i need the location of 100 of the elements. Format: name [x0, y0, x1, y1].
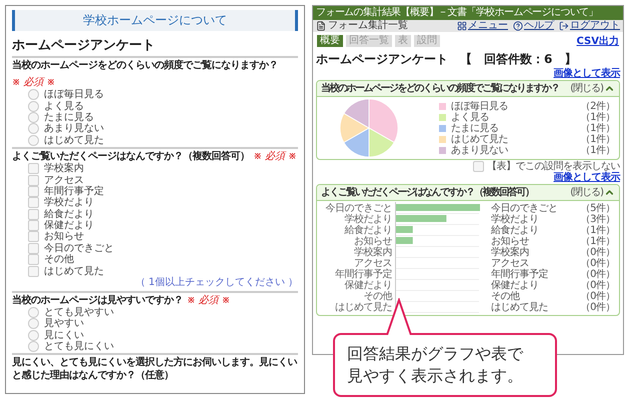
legend-label: 学校案内 [491, 247, 530, 258]
callout-text: 回答結果がグラフや表で見やすく表示されます。 [347, 343, 524, 387]
show-as-image-link[interactable]: 画像として表示 [554, 172, 620, 184]
value-label: （1件） [580, 225, 615, 236]
collapse-button[interactable]: (閉じる) [570, 186, 615, 199]
logout-icon [559, 21, 569, 31]
radio-button[interactable] [28, 341, 39, 352]
option-label: ほぼ毎日見る [44, 89, 104, 100]
option-label: 学校だより [44, 197, 94, 208]
value-label: （0件） [580, 302, 615, 313]
header-link[interactable]: メニュー [457, 20, 508, 32]
checkbox[interactable] [28, 242, 39, 254]
legend-label: 学校だより [491, 214, 540, 225]
radio-button[interactable] [28, 123, 39, 134]
legend-label: たまに見る [451, 122, 500, 134]
value-label: （5件） [580, 203, 615, 214]
legend-count: （1件） [580, 122, 615, 134]
axis-label: 給食だより [344, 225, 392, 236]
option-label: 年間行事予定 [44, 186, 104, 197]
legend-count: （2件） [580, 100, 615, 112]
required-mark: ※ 必須 ※ [187, 294, 230, 307]
legend-count: （1件） [580, 134, 615, 144]
legend-label: 今日のできごと [491, 203, 558, 214]
option-label: アクセス [44, 174, 84, 186]
checkbox[interactable] [28, 208, 39, 220]
option-label: その他 [44, 254, 74, 266]
radio-button[interactable] [28, 318, 39, 330]
help-icon [513, 21, 523, 31]
legend-label: 給食だより [491, 225, 540, 236]
value-label: （0件） [580, 291, 615, 302]
axis-label: お知らせ [354, 236, 392, 247]
value-label: （0件） [580, 280, 615, 291]
header-link[interactable]: ログアウト [559, 20, 620, 32]
value-label: （0件） [580, 269, 615, 280]
option-label: はじめて見た [44, 266, 104, 277]
value-label: （0件） [580, 258, 615, 269]
question-text: 当校のホームページをどのくらいの頻度でご覧になりますか？ [12, 59, 278, 72]
bar [396, 226, 413, 233]
axis-label: アクセス [354, 258, 392, 269]
required-mark: ※ 必須 ※ [12, 76, 56, 89]
radio-button[interactable] [28, 100, 39, 112]
option-label: よく見る [44, 100, 84, 112]
radio-button[interactable] [28, 134, 39, 146]
axis-label: 学校だより [344, 214, 392, 225]
radio-button[interactable] [28, 330, 39, 341]
radio-button[interactable] [28, 112, 39, 123]
checkbox[interactable] [28, 174, 39, 186]
results-heading: ホームページアンケート 【 回答件数：6 】 [316, 51, 578, 68]
legend-label: お知らせ [491, 236, 530, 247]
checkbox[interactable] [28, 186, 39, 197]
checkbox[interactable] [28, 163, 39, 174]
question-text: 当校のホームページは見やすいですか？ [12, 294, 183, 307]
form-banner: 学校ホームページについて [12, 10, 298, 31]
axis-label: 年間行事予定 [335, 269, 392, 280]
legend-label: はじめて見た [451, 134, 509, 144]
axis-label: 学校案内 [354, 247, 392, 258]
checkbox[interactable] [28, 266, 39, 277]
tab[interactable]: 概要 [317, 35, 343, 47]
legend-label: よく見る [451, 112, 490, 122]
option-label: 保健だより [44, 220, 94, 232]
checkbox[interactable] [473, 161, 484, 172]
card-title: 当校のホームページをどのくらいの頻度でご覧になりますか？ [321, 82, 559, 95]
required-mark: ※ 必須 ※ [254, 150, 297, 163]
collapse-button[interactable]: (閉じる) [570, 82, 615, 95]
checkbox-label: 【表】でこの設問を表示しない [487, 161, 620, 172]
option-label: はじめて見た [44, 134, 104, 146]
option-label: あまり見ない [44, 123, 104, 134]
option-label: 給食だより [44, 208, 94, 220]
question-text: よくご覧いただくページはなんですか？（複数回答可） [12, 150, 250, 162]
option-label: 見にくい [44, 330, 84, 341]
legend-label: ほぼ毎日見る [451, 100, 509, 112]
option-label: 今日のできごと [44, 242, 114, 254]
option-label: 見やすい [44, 318, 84, 330]
legend-count: （1件） [580, 144, 615, 156]
legend-label: 保健だより [491, 280, 540, 291]
checkbox[interactable] [28, 231, 39, 242]
breadcrumb-text: フォーム集計一覧 [328, 20, 408, 32]
show-as-image-link[interactable]: 画像として表示 [554, 68, 620, 80]
bar [396, 237, 413, 244]
legend-label: アクセス [491, 258, 529, 269]
axis-label: その他 [364, 291, 392, 302]
legend-count: （1件） [580, 112, 615, 122]
card-title: よくご覧いただくページはなんですか？（複数回答可） [321, 186, 534, 199]
legend-label: あまり見ない [451, 144, 509, 156]
header-link[interactable]: ヘルプ [513, 20, 554, 32]
checkbox[interactable] [28, 197, 39, 208]
question-text: 見にくい、とても見にくいを選択した方にお伺いします。見にくいと感じた理由はなんですか？（任意） [12, 356, 298, 382]
legend-label: はじめて見た [491, 302, 549, 313]
document-icon [316, 21, 326, 31]
radio-button[interactable] [28, 307, 39, 318]
hint-text: （ 1個以上チェックしてください ） [134, 276, 298, 289]
checkbox[interactable] [28, 220, 39, 232]
csv-link[interactable]: CSV出力 [576, 34, 619, 48]
checkbox[interactable] [28, 254, 39, 266]
option-label: とても見やすい [44, 307, 114, 318]
radio-button[interactable] [28, 89, 39, 100]
legend-label: 年間行事予定 [491, 269, 549, 280]
legend-label: その他 [491, 291, 521, 302]
bar [396, 215, 446, 222]
grid-icon [457, 21, 467, 31]
